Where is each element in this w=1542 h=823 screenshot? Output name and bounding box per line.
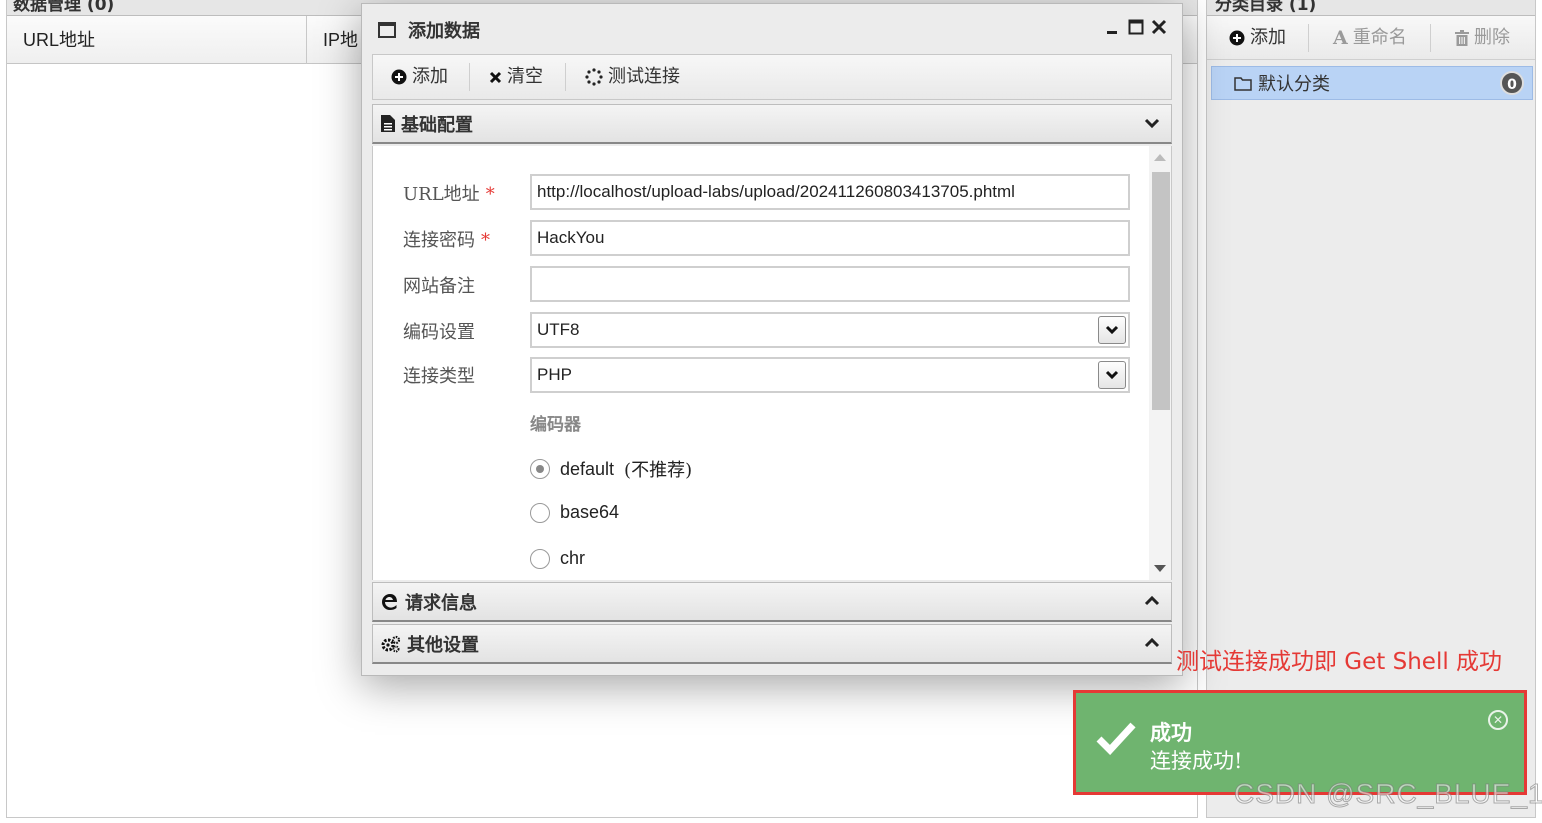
url-input[interactable] <box>530 174 1130 210</box>
test-connection-label: 测试连接 <box>608 66 680 87</box>
add-data-dialog: 添加数据 添加 清空 测试连接 基础配置 URL地址 * http://loca… <box>361 3 1183 676</box>
radio-button[interactable] <box>530 459 550 479</box>
required-mark: * <box>481 230 490 251</box>
plus-circle-icon <box>1229 30 1245 46</box>
note-input[interactable] <box>530 266 1130 302</box>
window-icon <box>378 22 396 38</box>
font-icon: A <box>1333 27 1348 49</box>
encoder-note: (不推荐) <box>624 460 693 481</box>
radio-button[interactable] <box>530 548 550 569</box>
scrollbar-thumb[interactable] <box>1152 172 1170 410</box>
toolbar-divider <box>1430 24 1431 52</box>
encoder-name: default <box>560 458 615 479</box>
file-text-icon <box>381 115 395 132</box>
basic-config-form: URL地址* 连接密码* 网站备注 编码设置 UTF8 连接类型 PHP 编码器… <box>372 146 1172 580</box>
clear-label: 清空 <box>507 66 543 87</box>
category-panel-title: 分类目录 (1) <box>1215 0 1317 15</box>
section-request-info[interactable]: 请求信息 <box>372 582 1172 622</box>
toolbar-divider <box>469 63 470 91</box>
encoding-label: 编码设置 <box>403 322 475 343</box>
category-rename-button[interactable]: A 重命名 <box>1333 16 1407 60</box>
category-add-button[interactable]: 添加 <box>1229 16 1286 60</box>
dialog-titlebar[interactable]: 添加数据 <box>362 4 1182 54</box>
encoder-option-chr[interactable]: chr <box>530 548 585 569</box>
radio-button[interactable] <box>530 502 550 523</box>
toast-close-icon[interactable]: ✕ <box>1488 710 1508 730</box>
annotation-text: 测试连接成功即 Get Shell 成功 <box>1176 649 1503 675</box>
dialog-title: 添加数据 <box>408 21 480 42</box>
encoder-name: base64 <box>560 502 620 522</box>
chevron-up-icon[interactable] <box>1143 592 1161 610</box>
toast-message: 连接成功! <box>1150 749 1243 773</box>
folder-icon <box>1234 76 1252 91</box>
category-delete-label: 删除 <box>1474 27 1510 48</box>
check-icon <box>1096 722 1136 755</box>
scroll-up-icon[interactable] <box>1154 154 1166 161</box>
category-item-default[interactable]: 默认分类 0 <box>1211 66 1533 100</box>
chevron-down-icon[interactable] <box>1098 316 1126 344</box>
toolbar-divider <box>565 63 566 91</box>
maximize-icon[interactable] <box>1128 18 1144 38</box>
close-icon[interactable] <box>1151 18 1167 38</box>
form-scrollbar[interactable] <box>1149 146 1171 580</box>
encoding-select[interactable]: UTF8 <box>530 312 1130 348</box>
category-delete-button[interactable]: 删除 <box>1455 16 1510 60</box>
chevron-up-icon[interactable] <box>1143 634 1161 652</box>
type-label: 连接类型 <box>403 366 475 387</box>
clear-button[interactable]: 清空 <box>489 55 543 99</box>
chevron-down-icon[interactable] <box>1098 361 1126 389</box>
password-input[interactable] <box>530 220 1130 256</box>
encoder-label: 编码器 <box>530 415 581 435</box>
section-basic-config[interactable]: 基础配置 <box>372 104 1172 144</box>
edge-browser-icon <box>382 593 397 610</box>
scroll-down-icon[interactable] <box>1154 565 1166 572</box>
encoder-name: chr <box>560 548 586 568</box>
note-label: 网站备注 <box>403 276 475 297</box>
encoder-option-default[interactable]: default (不推荐) <box>530 456 692 482</box>
plus-circle-icon <box>391 69 407 85</box>
toast-title: 成功 <box>1150 720 1192 745</box>
test-connection-button[interactable]: 测试连接 <box>585 55 680 99</box>
category-add-label: 添加 <box>1250 27 1286 48</box>
section-request-title: 请求信息 <box>405 592 477 614</box>
section-basic-title: 基础配置 <box>401 114 473 136</box>
chevron-down-icon[interactable] <box>1143 114 1161 132</box>
column-url[interactable]: URL地址 <box>7 16 307 64</box>
dialog-add-label: 添加 <box>412 66 448 87</box>
url-label: URL地址 * <box>403 184 495 205</box>
times-icon <box>489 71 502 83</box>
required-mark: * <box>485 184 495 205</box>
dialog-add-button[interactable]: 添加 <box>391 55 448 99</box>
watermark: CSDN @SRC_BLUE_17 <box>1233 778 1542 810</box>
spinner-icon <box>585 68 603 86</box>
connection-type-select[interactable]: PHP <box>530 357 1130 393</box>
category-panel-header: 分类目录 (1) <box>1207 0 1535 16</box>
minimize-icon[interactable] <box>1106 16 1118 39</box>
dialog-toolbar: 添加 清空 测试连接 <box>372 54 1172 100</box>
category-rename-label: 重命名 <box>1352 27 1407 48</box>
category-count-badge: 0 <box>1500 71 1524 95</box>
password-label: 连接密码 * <box>403 230 490 251</box>
toolbar-divider <box>1308 24 1309 52</box>
connection-type-value: PHP <box>537 365 572 384</box>
encoder-option-base64[interactable]: base64 <box>530 502 619 523</box>
category-item-label: 默认分类 <box>1258 74 1330 95</box>
gears-icon <box>381 635 401 652</box>
section-other-title: 其他设置 <box>407 634 479 656</box>
encoding-value: UTF8 <box>537 320 580 339</box>
category-toolbar: 添加 A 重命名 删除 <box>1207 16 1535 60</box>
trash-icon <box>1455 30 1469 46</box>
data-panel-title: 数据管理 (0) <box>13 0 115 15</box>
section-other-settings[interactable]: 其他设置 <box>372 624 1172 664</box>
